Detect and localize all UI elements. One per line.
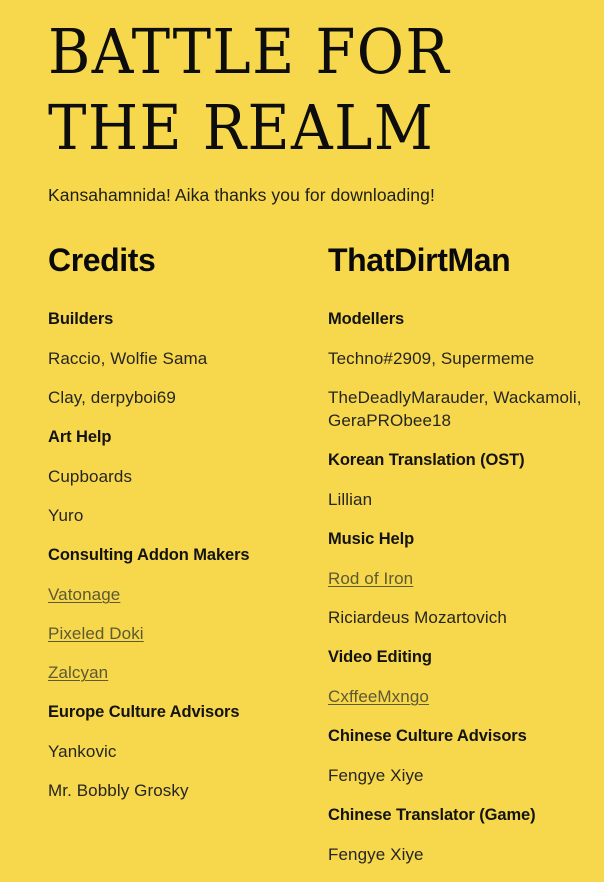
credit-entries: Modellers Techno#2909, Supermeme TheDeadly… bbox=[328, 308, 604, 866]
credit-name-link[interactable]: Pixeled Doki bbox=[48, 622, 328, 645]
credit-name: Fengye Xiye bbox=[328, 845, 424, 864]
credits-column-left: Credits Builders Raccio, Wolfie Sama Clay,… bbox=[48, 242, 328, 882]
credit-name: Mr. Bobbly Grosky bbox=[48, 781, 189, 800]
credit-name-link[interactable]: CxffeeMxngo bbox=[328, 685, 604, 708]
credit-entry: Modellers Techno#2909, Supermeme TheDeadly… bbox=[328, 308, 604, 432]
credit-name-link[interactable]: Zalcyan bbox=[48, 661, 328, 684]
credit-entry: Builders Raccio, Wolfie Sama Clay, derpybo… bbox=[48, 308, 328, 409]
credit-entry: Chinese Translator (Game) Fengye Xiye bbox=[328, 804, 604, 866]
credit-name: Riciardeus Mozartovich bbox=[328, 608, 507, 627]
credit-entry: Korean Translation (OST) Lillian bbox=[328, 449, 604, 511]
credit-entry: Video Editing CxffeeMxngo bbox=[328, 646, 604, 708]
credit-entry: Music Help Rod of Iron Riciardeus Mozartov… bbox=[328, 528, 604, 629]
credit-name: Yankovic bbox=[48, 742, 117, 761]
column-title: ThatDirtMan bbox=[328, 242, 511, 278]
credit-role-label: Modellers bbox=[328, 310, 405, 328]
credit-name: Lillian bbox=[328, 490, 373, 509]
credit-entry: Art Help Cupboards Yuro bbox=[48, 426, 328, 527]
credit-name: TheDeadlyMarauder, Wackamoli, GeraPRObee… bbox=[328, 388, 582, 430]
credit-name: Yuro bbox=[48, 506, 84, 525]
credit-role-label: Music Help bbox=[328, 530, 415, 548]
credit-role-label: Europe Culture Advisors bbox=[48, 703, 240, 721]
credit-name-link[interactable]: Rod of Iron bbox=[328, 567, 604, 590]
column-title: Credits bbox=[48, 242, 156, 278]
credit-role-label: Consulting Addon Makers bbox=[48, 546, 250, 564]
credit-name: Fengye Xiye bbox=[328, 766, 424, 785]
credit-role-label: Art Help bbox=[48, 428, 112, 446]
credit-entry: Consulting Addon Makers Vatonage Pixeled D… bbox=[48, 544, 328, 684]
credit-role-label: Chinese Translator (Game) bbox=[328, 806, 536, 824]
credit-name: Techno#2909, Supermeme bbox=[328, 349, 535, 368]
credit-role-label: Korean Translation (OST) bbox=[328, 451, 525, 469]
credits-columns: Credits Builders Raccio, Wolfie Sama Clay,… bbox=[48, 242, 581, 882]
credit-entries: Builders Raccio, Wolfie Sama Clay, derpybo… bbox=[48, 308, 328, 802]
game-title-line-2: THE REALM bbox=[48, 91, 435, 164]
credits-column-right: ThatDirtMan Modellers Techno#2909, Superm… bbox=[328, 242, 604, 882]
masthead: BATTLE FOR THE REALM Kansahamnida! Aika … bbox=[48, 0, 556, 206]
credit-role-label: Video Editing bbox=[328, 648, 432, 666]
credit-name: Cupboards bbox=[48, 467, 133, 486]
game-title-line-1: BATTLE FOR bbox=[48, 15, 451, 88]
credit-name-link[interactable]: Vatonage bbox=[48, 583, 328, 606]
credits-page: BATTLE FOR THE REALM Kansahamnida! Aika … bbox=[0, 0, 604, 875]
thank-you-subtitle: Kansahamnida! Aika thanks you for downlo… bbox=[48, 185, 435, 205]
credit-entry: Europe Culture Advisors Yankovic Mr. Bobbl… bbox=[48, 701, 328, 802]
credit-name: Clay, derpyboi69 bbox=[48, 388, 176, 407]
credit-role-label: Builders bbox=[48, 310, 114, 328]
credit-name: Raccio, Wolfie Sama bbox=[48, 349, 208, 368]
credit-entry: Chinese Culture Advisors Fengye Xiye bbox=[328, 725, 604, 787]
credit-role-label: Chinese Culture Advisors bbox=[328, 727, 527, 745]
